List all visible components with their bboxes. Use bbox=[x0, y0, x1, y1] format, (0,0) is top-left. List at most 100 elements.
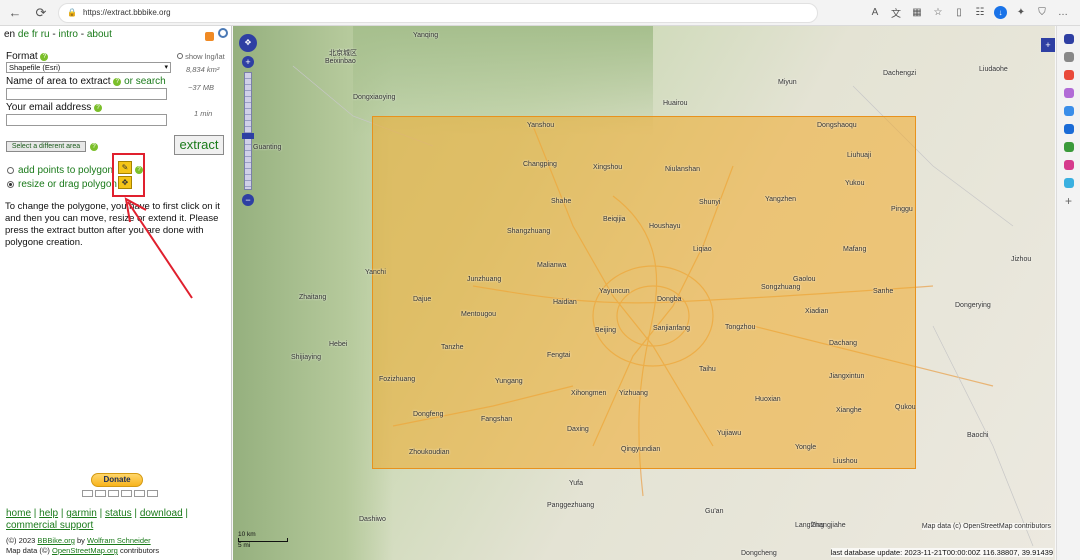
map-place-label: Liuhuaji bbox=[847, 152, 872, 159]
map-place-label: Haidian bbox=[553, 299, 577, 306]
split-icon[interactable]: ▯ bbox=[952, 7, 966, 18]
map-place-label: Sanjianfang bbox=[653, 325, 690, 332]
map-place-label: Mafang bbox=[843, 246, 867, 253]
footer-nav: home | help | garmin | status | download… bbox=[6, 508, 189, 531]
map-place-label: Yizhuang bbox=[619, 390, 648, 397]
map-place-label: Xihongmen bbox=[571, 390, 607, 397]
map-place-label: Dongba bbox=[657, 296, 682, 303]
add-icon[interactable]: + bbox=[1064, 195, 1074, 207]
map-place-label: Zhoukoudian bbox=[409, 449, 450, 456]
back-icon[interactable]: ← bbox=[4, 3, 26, 23]
lang-ru[interactable]: ru bbox=[41, 29, 50, 40]
extensions-icon[interactable]: ✦ bbox=[1014, 7, 1028, 18]
about-link[interactable]: about bbox=[87, 29, 112, 40]
pan-icon[interactable]: ✥ bbox=[239, 34, 257, 52]
map-place-label: Malianwa bbox=[537, 262, 567, 269]
grid-icon[interactable]: ▦ bbox=[910, 7, 924, 18]
search-link[interactable]: or search bbox=[124, 76, 166, 87]
download-icon[interactable]: ↓ bbox=[994, 6, 1007, 19]
more-icon[interactable]: … bbox=[1056, 7, 1070, 18]
read-aloud-icon[interactable]: A bbox=[868, 7, 882, 18]
card-icon bbox=[82, 490, 93, 497]
sidebar-icon[interactable] bbox=[1063, 88, 1074, 98]
format-select[interactable]: Shapefile (Esri) ▾ bbox=[6, 62, 171, 73]
status-label: last database update: bbox=[830, 548, 903, 557]
zoom-in-button[interactable]: + bbox=[242, 56, 254, 68]
help-icon[interactable]: ? bbox=[94, 104, 103, 112]
outlook-icon[interactable] bbox=[1063, 124, 1074, 134]
osm-link[interactable]: OpenStreetMap.org bbox=[52, 546, 118, 555]
zoom-control[interactable]: ✥ + − bbox=[239, 34, 257, 210]
map-view[interactable]: 北京城区 Beixinbao Dongxiaoying Guanting Yanqing… bbox=[233, 26, 1055, 560]
search-icon[interactable] bbox=[1063, 52, 1074, 62]
help-icon[interactable]: ? bbox=[40, 53, 49, 61]
zoom-slider-handle[interactable] bbox=[242, 133, 254, 139]
intro-link[interactable]: intro bbox=[59, 29, 78, 40]
mapdata-text: Map data (©) bbox=[6, 546, 50, 555]
add-points-radio[interactable] bbox=[7, 167, 14, 174]
favorite-icon[interactable]: ☆ bbox=[931, 7, 945, 18]
lnglat-checkbox[interactable] bbox=[177, 53, 183, 59]
map-place-label: Changping bbox=[523, 161, 557, 168]
resize-drag-option[interactable]: resize or drag polygon bbox=[7, 179, 117, 190]
resize-drag-label: resize or drag polygon bbox=[18, 179, 117, 190]
email-field[interactable] bbox=[6, 114, 167, 126]
map-place-label: Xianghe bbox=[836, 407, 862, 414]
zoom-slider[interactable] bbox=[242, 72, 254, 190]
help-icon[interactable]: ? bbox=[113, 78, 122, 86]
map-place-label: Liudaohe bbox=[979, 66, 1008, 73]
map-place-label: Fengtai bbox=[547, 352, 571, 359]
map-place-label: Gu'an bbox=[705, 508, 724, 515]
copyright-text: (©) 2023 bbox=[6, 536, 36, 545]
map-place-label: Taihu bbox=[699, 366, 716, 373]
card-icon bbox=[121, 490, 132, 497]
mapdata-contrib: contributors bbox=[119, 546, 160, 555]
help-icon[interactable]: ? bbox=[90, 143, 98, 151]
map-place-label: Tanzhe bbox=[441, 344, 464, 351]
author-link[interactable]: Wolfram Schneider bbox=[87, 536, 151, 545]
sidebar-icon[interactable] bbox=[1063, 142, 1074, 152]
select-area-button[interactable]: Select a different area bbox=[6, 141, 86, 152]
chevron-down-icon: ▾ bbox=[164, 64, 168, 71]
map-place-label: Dachang bbox=[829, 340, 858, 347]
lang-de[interactable]: de bbox=[18, 29, 29, 40]
bbbike-link[interactable]: BBBike.org bbox=[37, 536, 75, 545]
garmin-link[interactable]: garmin bbox=[66, 508, 97, 519]
download-link[interactable]: download bbox=[140, 508, 183, 519]
sidebar-icon[interactable] bbox=[1063, 160, 1074, 170]
map-place-label: Junzhuang bbox=[467, 276, 502, 283]
map-place-label: Yangzhen bbox=[765, 196, 797, 203]
shield-icon[interactable]: ⛉ bbox=[1035, 7, 1049, 18]
rss-icon[interactable] bbox=[205, 32, 214, 41]
map-place-label: Zhangjiahe bbox=[811, 522, 846, 529]
map-place-label: Jiangxintun bbox=[829, 373, 865, 380]
gear-icon[interactable] bbox=[218, 28, 228, 38]
add-points-option[interactable]: add points to polygon bbox=[7, 165, 113, 176]
scale-bar: 10 km 5 mi bbox=[238, 531, 288, 549]
card-icon bbox=[147, 490, 158, 497]
map-place-label: Qukou bbox=[895, 404, 916, 411]
layer-switcher-button[interactable]: + bbox=[1041, 38, 1055, 52]
sidebar-icon[interactable] bbox=[1063, 70, 1074, 80]
map-place-label: Jizhou bbox=[1011, 256, 1032, 263]
area-name-input[interactable] bbox=[6, 88, 167, 100]
lang-fr[interactable]: fr bbox=[32, 29, 38, 40]
sidebar-icon[interactable] bbox=[1063, 106, 1074, 116]
selected-area-polygon[interactable] bbox=[372, 116, 916, 469]
donate-button[interactable]: Donate bbox=[91, 473, 143, 487]
extract-button[interactable]: extract bbox=[174, 135, 224, 155]
translate-icon[interactable]: 文 bbox=[889, 5, 903, 20]
show-lnglat[interactable]: show lng/lat bbox=[177, 52, 225, 61]
sidebar-icon[interactable] bbox=[1063, 34, 1074, 44]
address-bar[interactable]: 🔒 https://extract.bbbike.org bbox=[58, 2, 818, 23]
separator: - bbox=[80, 29, 85, 40]
zoom-out-button[interactable]: − bbox=[242, 194, 254, 206]
resize-drag-radio[interactable] bbox=[7, 181, 14, 188]
reload-icon[interactable]: ⟳ bbox=[30, 3, 52, 23]
support-link[interactable]: commercial support bbox=[6, 520, 93, 531]
home-link[interactable]: home bbox=[6, 508, 31, 519]
sidebar-icon[interactable] bbox=[1063, 178, 1074, 188]
status-link[interactable]: status bbox=[105, 508, 132, 519]
help-link[interactable]: help bbox=[39, 508, 58, 519]
collections-icon[interactable]: ☷ bbox=[973, 7, 987, 18]
